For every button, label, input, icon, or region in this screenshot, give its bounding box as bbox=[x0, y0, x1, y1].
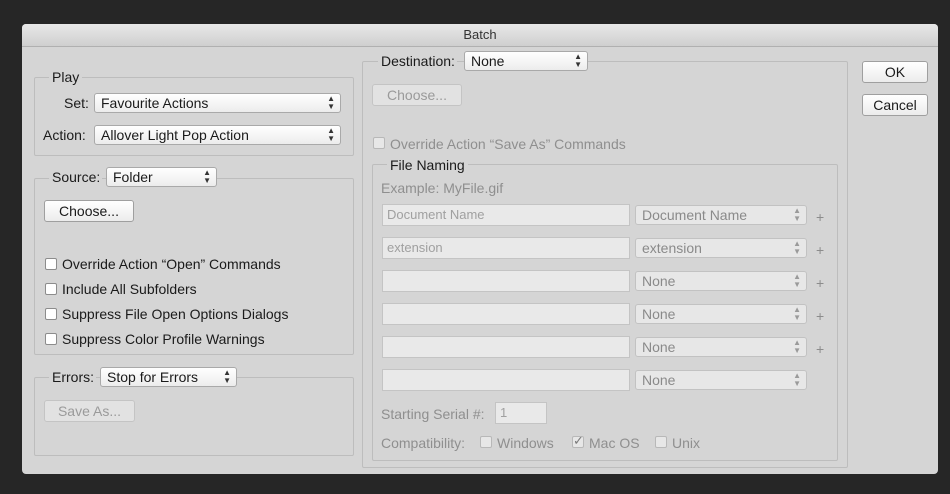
naming-select-3-value: None bbox=[642, 273, 676, 289]
add-row-icon[interactable]: + bbox=[816, 342, 824, 356]
override-open-label: Override Action “Open” Commands bbox=[62, 256, 281, 272]
destination-label: Destination: bbox=[378, 53, 457, 69]
unix-label: Unix bbox=[672, 435, 701, 451]
action-select-value: Allover Light Pop Action bbox=[101, 127, 249, 143]
compatibility-label: Compatibility: bbox=[381, 435, 466, 451]
naming-field-6[interactable] bbox=[382, 369, 630, 391]
naming-field-2[interactable]: extension bbox=[382, 237, 630, 259]
suppress-color-warnings-checkbox[interactable] bbox=[45, 333, 57, 345]
source-select-value: Folder bbox=[113, 169, 153, 185]
save-as-button[interactable]: Save As... bbox=[44, 400, 135, 422]
windows-label: Windows bbox=[497, 435, 554, 451]
source-label: Source: bbox=[49, 169, 103, 185]
include-subfolders-label: Include All Subfolders bbox=[62, 281, 197, 297]
batch-dialog: Batch Play Set: Favourite Actions ▲ ▼ Act… bbox=[22, 24, 938, 474]
file-naming-legend: File Naming bbox=[387, 157, 468, 173]
override-save-as-checkbox[interactable] bbox=[373, 137, 385, 149]
suppress-open-dialogs-label: Suppress File Open Options Dialogs bbox=[62, 306, 289, 322]
override-open-checkbox[interactable] bbox=[45, 258, 57, 270]
naming-select-1[interactable]: Document Name ▲ ▼ bbox=[635, 205, 807, 225]
destination-choose-button[interactable]: Choose... bbox=[372, 84, 462, 106]
stepper-arrows-icon: ▲ ▼ bbox=[574, 52, 582, 69]
set-select-value: Favourite Actions bbox=[101, 95, 209, 111]
action-label: Action: bbox=[43, 127, 86, 143]
stepper-arrows-icon: ▲ ▼ bbox=[327, 94, 335, 111]
add-row-icon[interactable]: + bbox=[816, 243, 824, 257]
serial-label: Starting Serial #: bbox=[381, 406, 485, 422]
naming-field-3[interactable] bbox=[382, 270, 630, 292]
naming-select-6-value: None bbox=[642, 372, 676, 388]
title-bar: Batch bbox=[22, 24, 938, 47]
stepper-arrows-icon: ▲ ▼ bbox=[793, 371, 801, 388]
suppress-open-dialogs-checkbox[interactable] bbox=[45, 308, 57, 320]
naming-select-2[interactable]: extension ▲ ▼ bbox=[635, 238, 807, 258]
naming-select-2-value: extension bbox=[642, 240, 702, 256]
stepper-arrows-icon: ▲ ▼ bbox=[793, 338, 801, 355]
naming-field-5[interactable] bbox=[382, 336, 630, 358]
stepper-arrows-icon: ▲ ▼ bbox=[793, 239, 801, 256]
naming-example: Example: MyFile.gif bbox=[381, 180, 504, 196]
serial-input[interactable]: 1 bbox=[495, 402, 547, 424]
stepper-arrows-icon: ▲ ▼ bbox=[223, 368, 231, 385]
action-select[interactable]: Allover Light Pop Action ▲ ▼ bbox=[94, 125, 341, 145]
naming-select-3[interactable]: None ▲ ▼ bbox=[635, 271, 807, 291]
source-choose-button[interactable]: Choose... bbox=[44, 200, 134, 222]
suppress-color-warnings-label: Suppress Color Profile Warnings bbox=[62, 331, 265, 347]
stepper-arrows-icon: ▲ ▼ bbox=[793, 206, 801, 223]
set-label: Set: bbox=[64, 95, 89, 111]
window-title: Batch bbox=[463, 27, 497, 42]
play-legend: Play bbox=[49, 69, 83, 85]
naming-select-4-value: None bbox=[642, 306, 676, 322]
destination-select[interactable]: None ▲ ▼ bbox=[464, 51, 588, 71]
checkmark-icon: ✓ bbox=[573, 433, 584, 448]
stepper-arrows-icon: ▲ ▼ bbox=[203, 168, 211, 185]
naming-select-5-value: None bbox=[642, 339, 676, 355]
override-save-as-label: Override Action “Save As” Commands bbox=[390, 136, 626, 152]
add-row-icon[interactable]: + bbox=[816, 309, 824, 323]
cancel-button[interactable]: Cancel bbox=[862, 94, 928, 116]
ok-button[interactable]: OK bbox=[862, 61, 928, 83]
naming-select-6[interactable]: None ▲ ▼ bbox=[635, 370, 807, 390]
set-select[interactable]: Favourite Actions ▲ ▼ bbox=[94, 93, 341, 113]
add-row-icon[interactable]: + bbox=[816, 276, 824, 290]
stepper-arrows-icon: ▲ ▼ bbox=[793, 272, 801, 289]
naming-field-4[interactable] bbox=[382, 303, 630, 325]
naming-select-1-value: Document Name bbox=[642, 207, 748, 223]
errors-select[interactable]: Stop for Errors ▲ ▼ bbox=[100, 367, 237, 387]
windows-checkbox[interactable] bbox=[480, 436, 492, 448]
naming-select-5[interactable]: None ▲ ▼ bbox=[635, 337, 807, 357]
stepper-arrows-icon: ▲ ▼ bbox=[327, 126, 335, 143]
add-row-icon[interactable]: + bbox=[816, 210, 824, 224]
stepper-arrows-icon: ▲ ▼ bbox=[793, 305, 801, 322]
naming-select-4[interactable]: None ▲ ▼ bbox=[635, 304, 807, 324]
source-select[interactable]: Folder ▲ ▼ bbox=[106, 167, 217, 187]
macos-label: Mac OS bbox=[589, 435, 640, 451]
unix-checkbox[interactable] bbox=[655, 436, 667, 448]
include-subfolders-checkbox[interactable] bbox=[45, 283, 57, 295]
naming-field-1[interactable]: Document Name bbox=[382, 204, 630, 226]
destination-select-value: None bbox=[471, 53, 505, 69]
errors-select-value: Stop for Errors bbox=[107, 369, 199, 385]
errors-label: Errors: bbox=[49, 369, 96, 385]
